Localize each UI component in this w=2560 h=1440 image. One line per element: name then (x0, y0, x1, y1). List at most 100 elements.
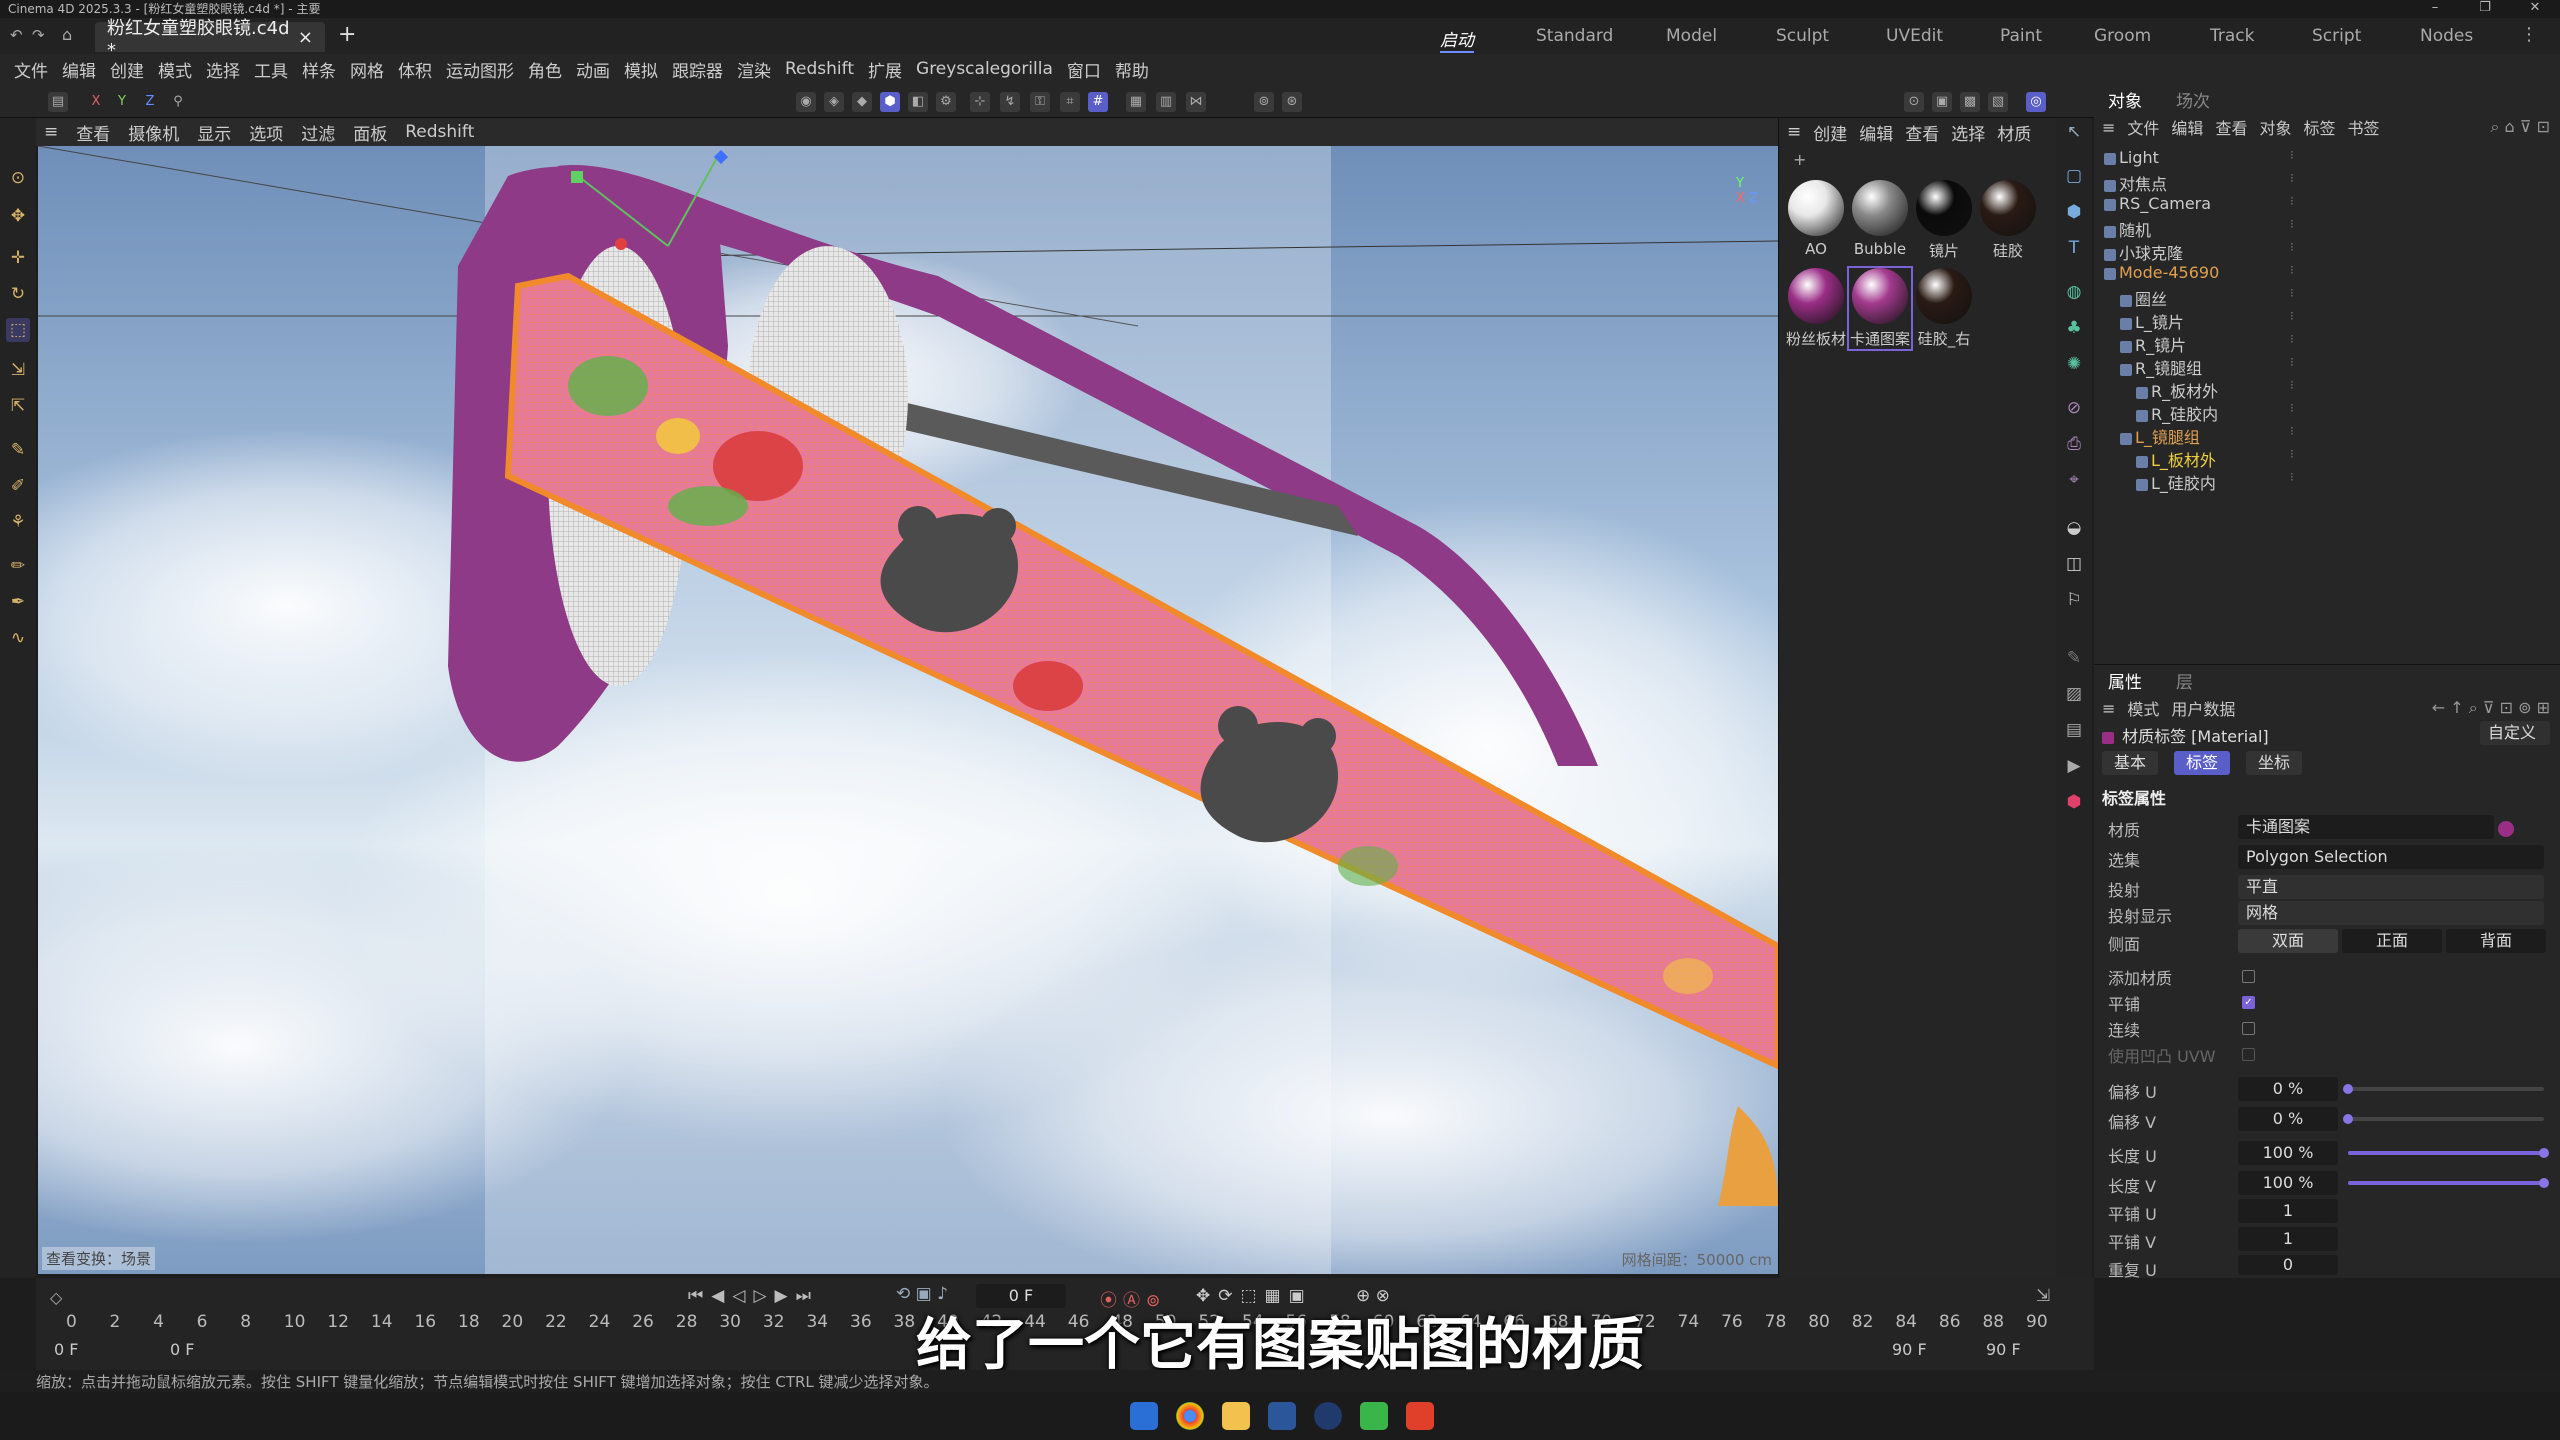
paint-tool-icon[interactable]: ✏ (6, 554, 30, 578)
length-u-slider-knob[interactable] (2539, 1148, 2549, 1158)
material-menu-icon[interactable]: ≡ (1787, 122, 1801, 142)
layout-tab-standard[interactable]: Standard (1536, 26, 1613, 46)
transform-tool-icon[interactable]: ⇲ (6, 358, 30, 382)
brush-tool-icon[interactable]: ✐ (6, 474, 30, 498)
offset-u-slider[interactable] (2343, 1084, 2544, 1094)
pencil-icon[interactable]: ✎ (2062, 648, 2086, 672)
object-search-icon[interactable]: ⌕ ⌂ ⊽ ⊡ (2491, 117, 2551, 137)
menu-file[interactable]: 文件 (14, 57, 48, 82)
offset-u-slider-knob[interactable] (2343, 1084, 2353, 1094)
knife-tool-icon[interactable]: ✎ (6, 438, 30, 462)
menu-character[interactable]: 角色 (528, 57, 562, 82)
more-icon[interactable]: ⋮ (2520, 24, 2538, 45)
tweak-icon[interactable]: ↯ (1000, 92, 1020, 112)
tiles-v-field[interactable]: 1 (2238, 1227, 2338, 1251)
edges-mode-icon[interactable]: ◈ (824, 92, 844, 112)
visibility-toggle[interactable]: ⁝ (2290, 332, 2294, 346)
visibility-toggle[interactable]: ⁝ (2290, 309, 2294, 323)
file-explorer-icon[interactable] (1222, 1402, 1250, 1430)
material-bubble[interactable]: Bubble (1849, 180, 1911, 258)
uv-mode-icon[interactable]: ⚙ (936, 92, 956, 112)
projection-display-dropdown[interactable]: 网格 (2238, 901, 2544, 925)
extrude-tool-icon[interactable]: ⚘ (6, 510, 30, 534)
spline-tool-icon[interactable]: ∿ (6, 626, 30, 650)
video-icon[interactable]: ◫ (2062, 554, 2086, 578)
object-row[interactable]: R_镜片 (2120, 332, 2186, 355)
object-row[interactable]: 对焦点 (2104, 171, 2167, 194)
scene-tag-icon[interactable]: ◒ (2062, 518, 2086, 542)
visibility-toggle[interactable]: ⁝ (2290, 217, 2294, 231)
viewport-menu-panel[interactable]: 面板 (353, 120, 387, 145)
redshift-icon[interactable]: ⬢ (2062, 792, 2086, 816)
material-menu-view[interactable]: 查看 (1905, 120, 1939, 145)
object-menu-bookmarks[interactable]: 书签 (2347, 115, 2379, 139)
object-row[interactable]: 圈丝 (2120, 286, 2167, 309)
menu-tools[interactable]: 工具 (254, 57, 288, 82)
render-view-icon[interactable]: ⊚ (1254, 92, 1274, 112)
attribute-menu-userdata[interactable]: 用户数据 (2171, 696, 2235, 720)
menu-redshift[interactable]: Redshift (785, 59, 854, 79)
home-icon[interactable]: ⌂ (62, 25, 72, 44)
menu-extensions[interactable]: 扩展 (868, 57, 902, 82)
add-tab-button[interactable]: + (338, 22, 356, 47)
menu-greyscalegorilla[interactable]: Greyscalegorilla (916, 59, 1053, 79)
material-field[interactable]: 卡通图案 (2238, 815, 2494, 839)
material-cartoon-pattern[interactable]: 卡通图案 (1847, 266, 1913, 351)
length-u-slider[interactable] (2348, 1148, 2549, 1158)
viewport-menu-view[interactable]: 查看 (76, 120, 110, 145)
viewport-menu-icon[interactable]: ≡ (44, 122, 58, 142)
visibility-toggle[interactable]: ⁝ (2290, 171, 2294, 185)
field-icon[interactable]: ⊘ (2062, 398, 2086, 422)
use-uvw-checkbox[interactable] (2242, 1048, 2255, 1061)
3d-viewport[interactable]: YX Z 查看变换：场景 网格间距：50000 cm (38, 146, 1778, 1274)
selection-field[interactable]: Polygon Selection (2238, 845, 2544, 869)
visibility-toggle[interactable]: ⁝ (2290, 378, 2294, 392)
tab-layers[interactable]: 层 (2176, 668, 2193, 693)
chrome-icon[interactable] (1176, 1402, 1204, 1430)
visibility-toggle[interactable]: ⁝ (2290, 355, 2294, 369)
axis-x-toggle[interactable]: X (86, 92, 106, 112)
tab-objects[interactable]: 对象 (2108, 87, 2142, 112)
redshift-ipr-icon[interactable]: ⊙ (1904, 92, 1924, 112)
texture-mode-icon[interactable]: ◧ (908, 92, 928, 112)
app-green-icon[interactable] (1360, 1402, 1388, 1430)
render-to-viewer-icon[interactable]: ◎ (2026, 92, 2046, 112)
visibility-toggle[interactable]: ⁝ (2290, 194, 2294, 208)
visibility-toggle[interactable]: ⁝ (2290, 148, 2294, 162)
add-material-icon[interactable]: + (1793, 150, 1806, 169)
object-row[interactable]: L_镜片 (2120, 309, 2184, 332)
cinema4d-icon[interactable] (1314, 1402, 1342, 1430)
layout-tab-startup[interactable]: 启动 (1440, 26, 1474, 53)
object-row[interactable]: 随机 (2104, 217, 2151, 240)
layout-tab-sculpt[interactable]: Sculpt (1776, 26, 1829, 46)
undo-icon[interactable]: ↶ (10, 26, 23, 44)
layout-tab-groom[interactable]: Groom (2094, 26, 2151, 46)
object-row[interactable]: L_镜腿组 (2120, 424, 2200, 447)
cube-icon[interactable]: ⬢ (2062, 202, 2086, 226)
menu-simulate[interactable]: 模拟 (624, 57, 658, 82)
text-icon[interactable]: T (2062, 238, 2086, 262)
visibility-toggle[interactable]: ⁝ (2290, 263, 2294, 277)
menu-edit[interactable]: 编辑 (62, 57, 96, 82)
pin-icon[interactable]: ⚐ (2062, 590, 2086, 614)
layout-tab-paint[interactable]: Paint (2000, 26, 2042, 46)
document-tab[interactable]: 粉红女童塑胶眼镜.c4d * × (95, 18, 325, 61)
menu-select[interactable]: 选择 (206, 57, 240, 82)
menu-help[interactable]: 帮助 (1115, 57, 1149, 82)
minimize-button[interactable]: – (2410, 0, 2460, 15)
menu-mode[interactable]: 模式 (158, 57, 192, 82)
render-region-icon[interactable]: ▣ (1932, 92, 1952, 112)
subtab-basic[interactable]: 基本 (2102, 751, 2158, 775)
axis-y-toggle[interactable]: Y (112, 92, 132, 112)
side-back-button[interactable]: 背面 (2446, 929, 2546, 953)
image-icon[interactable]: ▨ (2062, 684, 2086, 708)
menu-mograph[interactable]: 运动图形 (446, 57, 514, 82)
projection-dropdown[interactable]: 平直 (2238, 875, 2544, 899)
film-icon[interactable]: ▤ (2062, 720, 2086, 744)
object-menu-edit[interactable]: 编辑 (2171, 115, 2203, 139)
close-tab-icon[interactable]: × (298, 27, 313, 48)
layout-tab-uvedit[interactable]: UVEdit (1886, 26, 1943, 46)
material-silicone-right[interactable]: 硅胶_右 (1913, 268, 1975, 349)
symmetry-icon[interactable]: ⋈ (1186, 92, 1206, 112)
visibility-toggle[interactable]: ⁝ (2290, 286, 2294, 300)
